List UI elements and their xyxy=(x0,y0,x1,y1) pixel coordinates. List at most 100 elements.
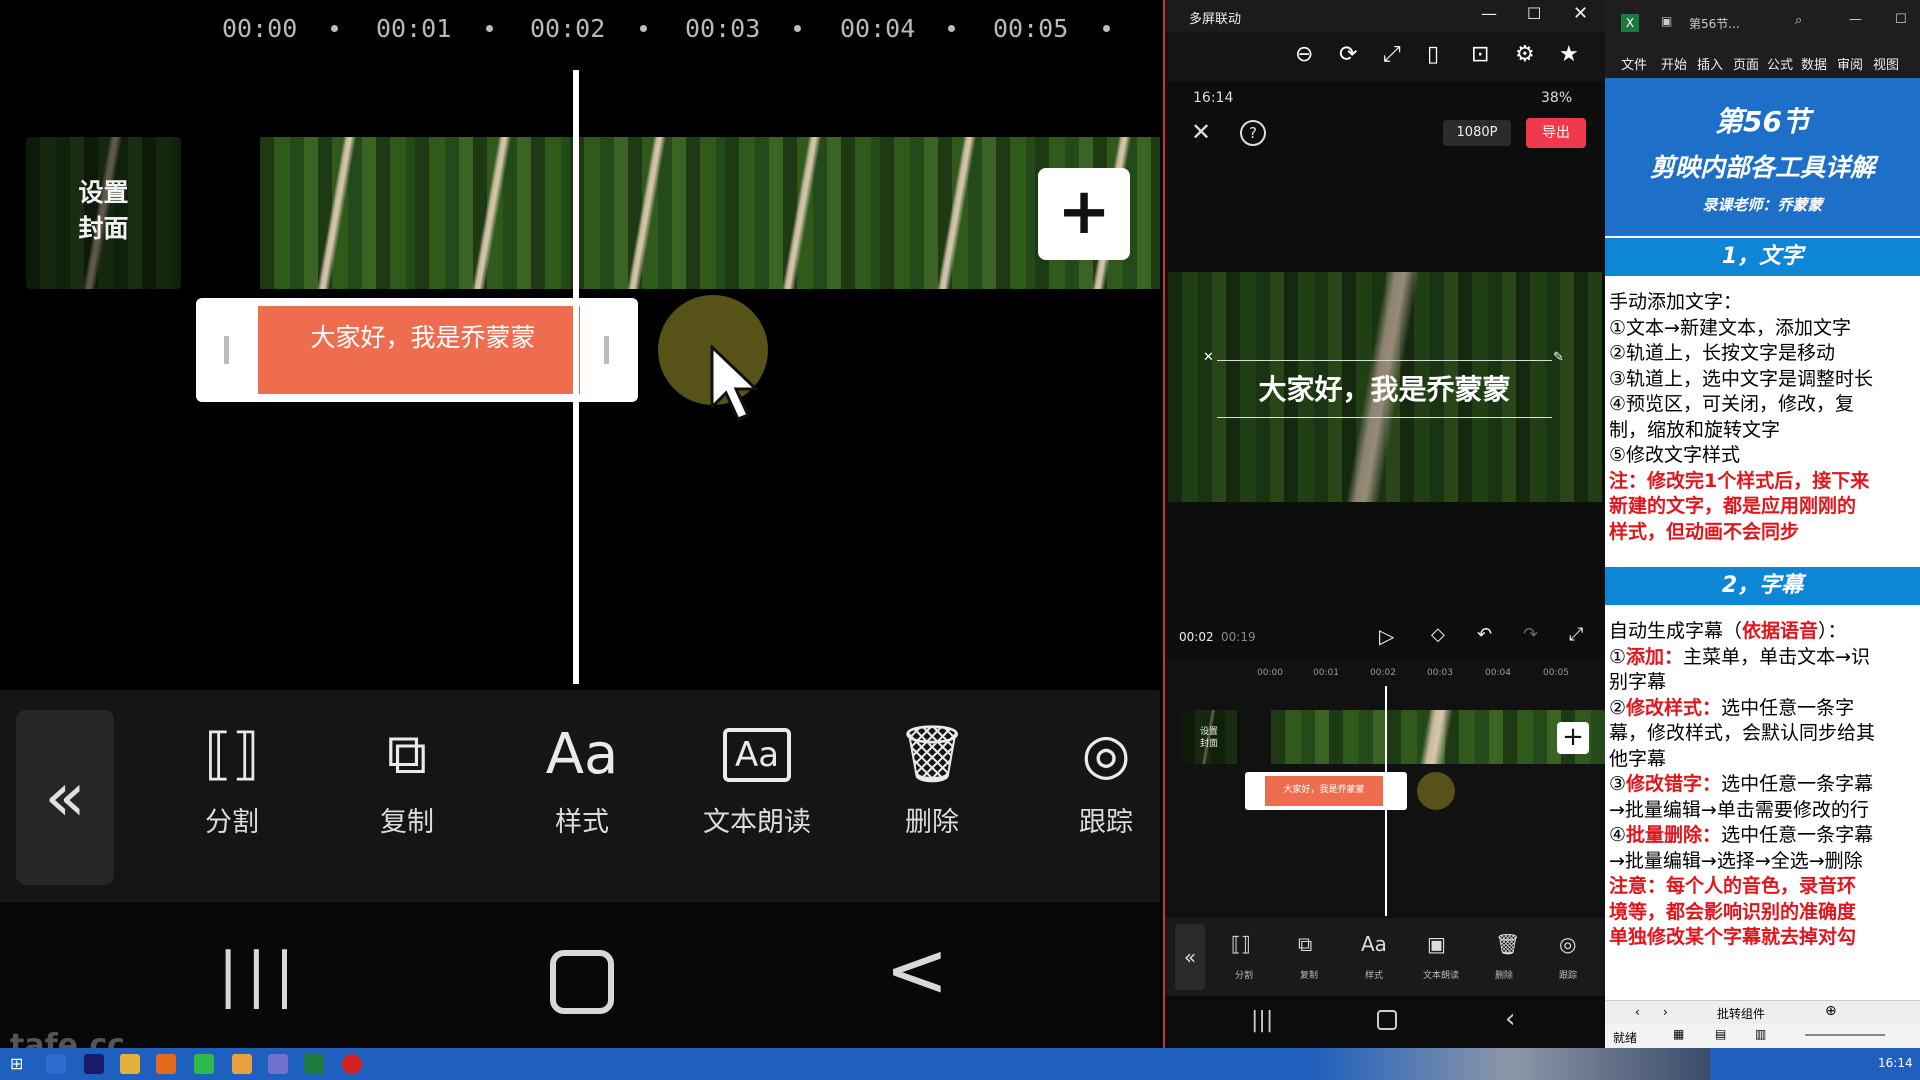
excel-taskbar-icon[interactable] xyxy=(304,1054,324,1074)
zoomed-editor-panel: 00:00 00:01 00:02 00:03 00:04 00:05 设置 封… xyxy=(0,0,1160,1048)
ruler-time: 00:03 xyxy=(685,14,761,43)
minimize-icon[interactable]: — xyxy=(1481,4,1497,23)
ribbon-tab[interactable]: 页面 xyxy=(1733,54,1759,73)
ruler-time: 00:01 xyxy=(376,14,452,43)
mini-recents-button[interactable]: ||| xyxy=(1251,1008,1273,1033)
search-icon[interactable]: ⌕ xyxy=(1795,13,1802,28)
collapse-toolbar-button[interactable]: « xyxy=(16,710,114,885)
save-icon[interactable]: ▣ xyxy=(1661,14,1672,28)
maximize-icon[interactable]: ☐ xyxy=(1527,4,1541,23)
mini-text-clip[interactable]: 大家好，我是乔蒙蒙 xyxy=(1245,772,1407,810)
mini-add-clip-button[interactable]: + xyxy=(1557,722,1589,754)
file-explorer-icon[interactable] xyxy=(120,1054,140,1074)
rotate-icon[interactable]: ⟳ xyxy=(1339,42,1357,67)
add-sheet-icon[interactable]: ⊕ xyxy=(1825,1003,1837,1019)
excel-window: X ▣ 第56节... ⌕ — ☐ 文件 开始 插入 页面 公式 数据 审阅 视… xyxy=(1605,0,1920,1048)
workbook-title: 第56节... xyxy=(1689,17,1740,31)
ruler-time: 00:05 xyxy=(993,14,1069,43)
mini-cursor-highlight xyxy=(1417,772,1455,810)
sheet-tab[interactable]: 批转组件 xyxy=(1717,1005,1765,1022)
mouse-pointer-icon xyxy=(710,345,760,421)
maximize-icon[interactable]: ☐ xyxy=(1895,12,1907,27)
screenshot-icon[interactable]: ⊡ xyxy=(1471,42,1489,67)
recents-button[interactable]: ||| xyxy=(218,940,303,1010)
tab-prev-icon[interactable]: ‹ xyxy=(1635,1005,1640,1019)
status-time: 16:14 xyxy=(1193,90,1234,106)
tool-tts-button[interactable]: Aa 文本朗读 xyxy=(687,720,827,839)
phone-icon[interactable]: ▯ xyxy=(1427,42,1439,67)
mini-edit-toolbar: « 分割 复制 样式 文本朗读 删除 跟踪 ⟦⟧ ⧉ Aa ▣ 🗑 ◎ xyxy=(1165,918,1605,996)
ribbon-tab[interactable]: 插入 xyxy=(1697,54,1723,73)
mini-playhead[interactable] xyxy=(1385,686,1387,916)
tool-delete-button[interactable]: 🗑 删除 xyxy=(862,720,1002,839)
app-icon[interactable] xyxy=(232,1054,252,1074)
mini-home-button[interactable] xyxy=(1377,1010,1397,1030)
play-icon[interactable]: ▷ xyxy=(1379,624,1394,648)
redo-icon[interactable]: ↷ xyxy=(1523,624,1538,645)
close-project-icon[interactable]: ✕ xyxy=(1191,118,1211,146)
ruler-dot xyxy=(794,25,801,32)
mini-video-track[interactable] xyxy=(1271,710,1605,764)
page-layout-icon[interactable]: ▤ xyxy=(1715,1027,1726,1041)
trim-handle-right-icon[interactable] xyxy=(604,336,609,364)
star-icon[interactable]: ★ xyxy=(1559,42,1579,67)
video-frame xyxy=(415,137,570,289)
normal-view-icon[interactable]: ▦ xyxy=(1673,1027,1684,1041)
mirror-app-icon[interactable] xyxy=(268,1054,288,1074)
tool-track-button[interactable]: ◎ 跟踪 xyxy=(1036,720,1160,839)
undo-icon[interactable]: ↶ xyxy=(1477,624,1492,645)
fullscreen-icon[interactable]: ⤢ xyxy=(1383,42,1401,67)
nav-back-button[interactable]: < xyxy=(885,925,949,1014)
add-clip-button[interactable]: + xyxy=(1038,168,1130,260)
close-icon[interactable]: ✕ xyxy=(1573,3,1588,24)
text-edit-icon[interactable]: ✎ xyxy=(1553,350,1564,365)
video-track[interactable] xyxy=(260,137,1160,289)
ribbon-tab[interactable]: 开始 xyxy=(1661,54,1687,73)
wechat-icon[interactable] xyxy=(194,1054,214,1074)
tool-style-button[interactable]: Aa 样式 xyxy=(512,720,652,839)
firefox-icon[interactable] xyxy=(156,1054,176,1074)
sheet-content[interactable]: 1，文字 手动添加文字： ①文本→新建文本，添加文字 ②轨道上，长按文字是移动 … xyxy=(1605,238,1920,951)
window-title: 多屏联动 xyxy=(1189,12,1242,27)
mini-collapse-button[interactable]: « xyxy=(1175,924,1205,990)
lesson-banner: 第56节 剪映内部各工具详解 录课老师：乔蒙蒙 xyxy=(1605,78,1920,236)
mini-copy-icon[interactable]: ⧉ xyxy=(1298,932,1312,956)
task-view-icon[interactable] xyxy=(46,1054,66,1074)
mini-style-icon[interactable]: Aa xyxy=(1361,932,1387,956)
keyframe-icon[interactable]: ◇ xyxy=(1431,624,1445,645)
mini-back-button[interactable]: ‹ xyxy=(1505,1004,1515,1034)
ribbon-tab[interactable]: 视图 xyxy=(1873,54,1899,73)
export-button[interactable]: 导出 xyxy=(1526,118,1586,148)
playhead[interactable] xyxy=(573,70,579,684)
ruler-dot xyxy=(1103,25,1110,32)
text-delete-icon[interactable]: ✕ xyxy=(1203,350,1214,365)
mini-tts-icon[interactable]: ▣ xyxy=(1427,932,1446,956)
trim-handle-left-icon[interactable] xyxy=(224,336,229,364)
record-icon[interactable] xyxy=(342,1054,362,1074)
mini-split-icon[interactable]: ⟦⟧ xyxy=(1231,932,1251,956)
minus-circle-icon[interactable]: ⊖ xyxy=(1295,42,1313,67)
resolution-select[interactable]: 1080P xyxy=(1443,120,1511,146)
video-frame xyxy=(880,137,1035,289)
page-break-icon[interactable]: ▥ xyxy=(1755,1027,1766,1041)
start-icon[interactable]: ⊞ xyxy=(10,1054,23,1073)
minimize-icon[interactable]: — xyxy=(1849,12,1862,27)
text-clip-selected[interactable]: 大家好，我是乔蒙蒙 xyxy=(196,298,638,402)
trash-icon: 🗑 xyxy=(896,722,968,787)
help-icon[interactable]: ? xyxy=(1240,120,1266,146)
ribbon-tab[interactable]: 审阅 xyxy=(1837,54,1863,73)
mini-trash-icon[interactable]: 🗑 xyxy=(1495,932,1520,956)
home-button[interactable] xyxy=(550,950,614,1014)
tool-copy-button[interactable]: ⧉ 复制 xyxy=(337,720,477,839)
ribbon-tab[interactable]: 公式 xyxy=(1767,54,1793,73)
ribbon-tab[interactable]: 文件 xyxy=(1621,54,1647,73)
set-cover-label: 设置 封面 xyxy=(78,178,129,243)
tab-next-icon[interactable]: › xyxy=(1663,1005,1668,1019)
mini-track-icon[interactable]: ◎ xyxy=(1559,932,1576,956)
ribbon-tab[interactable]: 数据 xyxy=(1801,54,1827,73)
tool-split-button[interactable]: ⟦⟧ 分割 xyxy=(162,720,302,839)
premiere-icon[interactable] xyxy=(84,1054,104,1074)
expand-icon[interactable]: ⤢ xyxy=(1569,624,1583,645)
zoom-slider[interactable] xyxy=(1805,1034,1885,1036)
gear-icon[interactable]: ⚙ xyxy=(1515,42,1535,67)
